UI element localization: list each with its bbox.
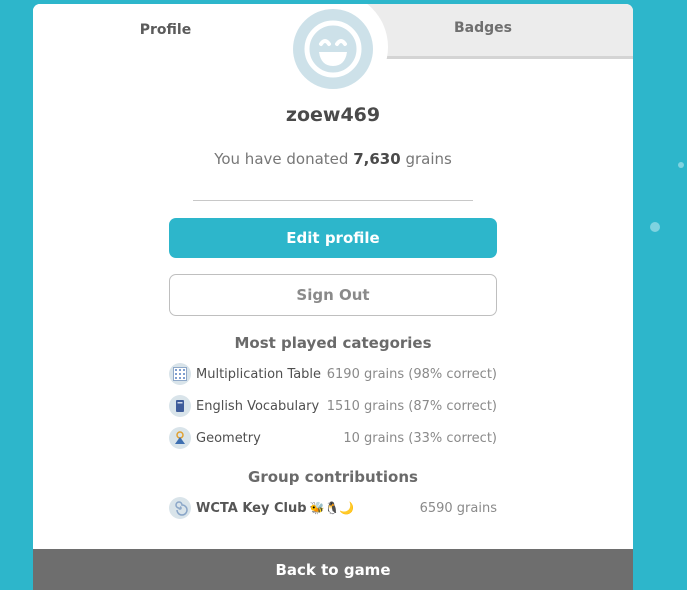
donation-suffix: grains bbox=[405, 150, 452, 168]
group-name: WCTA Key Club bbox=[196, 500, 307, 516]
tab-profile[interactable]: Profile bbox=[33, 4, 298, 60]
category-value: 1510 grains (87% correct) bbox=[326, 398, 497, 414]
categories-title: Most played categories bbox=[234, 334, 432, 352]
group-contributions-title: Group contributions bbox=[248, 468, 418, 486]
category-row: English Vocabulary 1510 grains (87% corr… bbox=[169, 393, 497, 419]
group-emojis: 🐝🐧🌙 bbox=[309, 500, 355, 515]
avatar-frame bbox=[278, 4, 388, 102]
group-value: 6590 grains bbox=[419, 500, 497, 516]
geometry-icon bbox=[169, 427, 191, 449]
donation-amount: 7,630 bbox=[353, 150, 401, 168]
category-row: Geometry 10 grains (33% correct) bbox=[169, 425, 497, 451]
group-row: WCTA Key Club 🐝🐧🌙 6590 grains bbox=[169, 495, 497, 521]
category-value: 10 grains (33% correct) bbox=[343, 430, 497, 446]
multiplication-grid-icon bbox=[169, 363, 191, 385]
back-to-game-button[interactable]: Back to game bbox=[33, 549, 633, 590]
category-row: Multiplication Table 6190 grains (98% co… bbox=[169, 361, 497, 387]
category-name: Multiplication Table bbox=[196, 366, 322, 382]
donation-summary: You have donated 7,630 grains bbox=[33, 150, 633, 168]
group-name-wrap: WCTA Key Club 🐝🐧🌙 bbox=[196, 501, 420, 516]
sign-out-button[interactable]: Sign Out bbox=[169, 274, 497, 316]
edit-profile-button[interactable]: Edit profile bbox=[169, 218, 497, 258]
donation-prefix: You have donated bbox=[214, 150, 349, 168]
username: zoew469 bbox=[285, 104, 381, 126]
group-swirl-icon bbox=[169, 497, 191, 519]
category-name: English Vocabulary bbox=[196, 398, 320, 414]
book-icon bbox=[169, 395, 191, 417]
category-name: Geometry bbox=[196, 430, 261, 446]
decor-dot-small bbox=[678, 162, 684, 168]
category-value: 6190 grains (98% correct) bbox=[326, 366, 497, 382]
avatar[interactable] bbox=[293, 9, 373, 89]
decor-dot-medium bbox=[650, 222, 660, 232]
smiley-face-icon bbox=[304, 20, 362, 78]
divider bbox=[193, 200, 473, 201]
profile-card: Profile Badges zoew469 You have donated … bbox=[33, 4, 633, 590]
